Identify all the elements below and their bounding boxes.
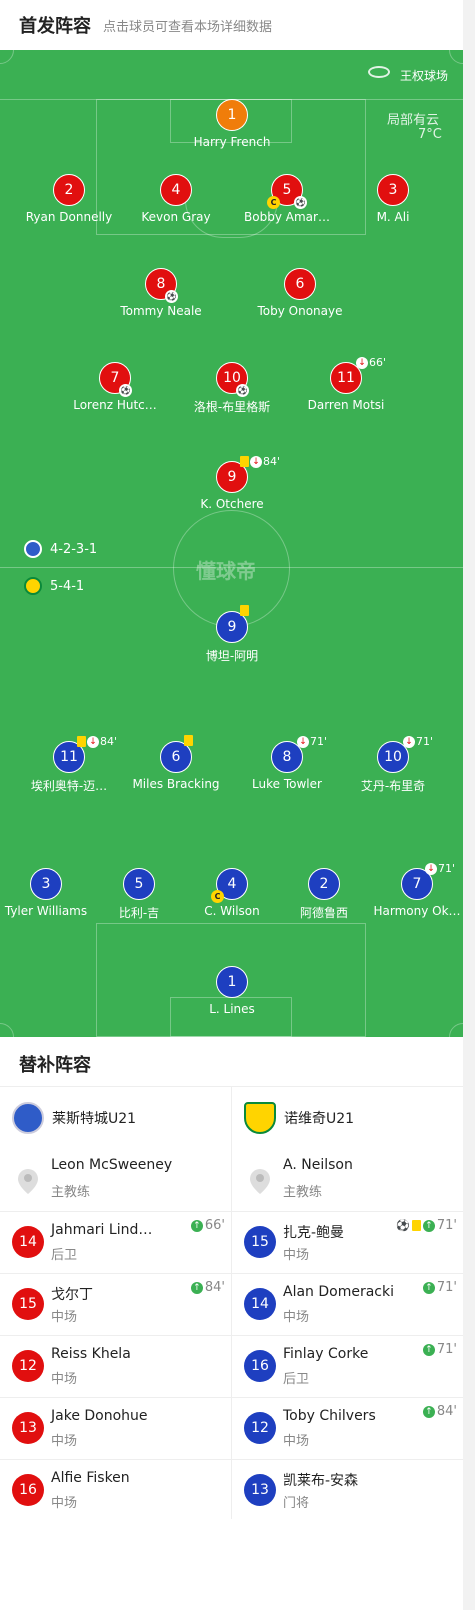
sub-in-icon: ↑ [422, 1405, 435, 1418]
captain-badge: C [267, 196, 280, 209]
player-away-gk[interactable]: 1 L. Lines [172, 966, 292, 1022]
player-home[interactable]: 10 ⚽ 洛根-布里格斯 [172, 362, 292, 418]
player-away[interactable]: 11 ↓ 84' 埃利奥特-迈… [9, 735, 129, 797]
player-home[interactable]: 6 Toby Ononaye [240, 268, 360, 324]
yellow-card-icon [77, 736, 86, 747]
watermark: 懂球帝 [196, 559, 256, 583]
sub-in-icon: ↑ [422, 1281, 435, 1294]
sub-player-home[interactable]: 16 Alfie Fisken 中场 [0, 1459, 231, 1521]
norwich-logo-icon [244, 1102, 276, 1134]
player-away[interactable]: 6 Miles Bracking [116, 735, 236, 797]
leicester-logo-icon [12, 1102, 44, 1134]
sub-player-away[interactable]: 14 Alan Domeracki 中场 ↑ 71' [232, 1273, 463, 1335]
player-home-gk[interactable]: 1 Harry French [172, 99, 292, 155]
yellow-card-icon [240, 605, 249, 616]
avatar-icon [18, 1169, 38, 1194]
sub-player-home[interactable]: 13 Jake Donohue 中场 [0, 1397, 231, 1459]
sub-out-icon: ↓ [87, 735, 99, 748]
sub-player-home[interactable]: 15 戈尔丁 中场 ↑ 84' [0, 1273, 231, 1335]
sub-out-icon: ↓ [250, 455, 262, 468]
stadium-icon [368, 66, 390, 78]
yellow-card-icon [240, 456, 249, 467]
sub-player-away[interactable]: 12 Toby Chilvers 中场 ↑ 84' [232, 1397, 463, 1459]
sub-out-icon: ↓ [403, 735, 415, 748]
lineup-subtitle: 点击球员可查看本场详细数据 [103, 20, 273, 35]
home-coach[interactable]: Leon McSweeney 主教练 [0, 1149, 231, 1211]
sub-player-away[interactable]: 15 扎克-鲍曼 中场 ⚽ ↑ 71' [232, 1211, 463, 1273]
captain-badge: C [211, 890, 224, 903]
yellow-card-icon [411, 1220, 421, 1231]
player-home[interactable]: 7 ⚽ Lorenz Hutc… [55, 362, 175, 418]
sub-out-icon: ↓ [425, 862, 437, 875]
player-home[interactable]: 11 ↓ 66' Darren Motsi [286, 356, 406, 418]
home-formation: 4-2-3-1 [24, 540, 97, 558]
home-team-header: 莱斯特城U21 [12, 1087, 243, 1149]
ball-icon: ⚽ [294, 196, 307, 209]
venue-name: 王权球场 [400, 69, 449, 83]
player-home[interactable]: 4 Kevon Gray [116, 174, 236, 230]
away-coach[interactable]: A. Neilson 主教练 [232, 1149, 463, 1211]
player-home[interactable]: 2 Ryan Donnelly [9, 174, 129, 230]
sub-in-icon: ↑ [422, 1343, 435, 1356]
pitch: 懂球帝 王权球场 局部有云 7°C 4-2-3-1 5-4-1 1 Harry F… [0, 50, 463, 1037]
sub-player-home[interactable]: 12 Reiss Khela 中场 [0, 1335, 231, 1397]
weather-text: 局部有云 [387, 113, 440, 128]
avatar-icon [250, 1169, 270, 1194]
ball-icon: ⚽ [396, 1219, 410, 1232]
sub-player-away[interactable]: 16 Finlay Corke 后卫 ↑ 71' [232, 1335, 463, 1397]
sub-in-icon: ↑ [190, 1281, 203, 1294]
ball-icon: ⚽ [119, 384, 132, 397]
sub-out-icon: ↓ [297, 735, 309, 748]
sub-out-icon: ↓ [356, 356, 368, 369]
lineup-title: 首发阵容 [19, 16, 91, 37]
player-away[interactable]: 9 博坦-阿明 [172, 605, 292, 667]
player-away[interactable]: 8 ↓ 71' Luke Towler [227, 735, 347, 797]
leicester-logo-icon [24, 540, 42, 558]
lineup-header: 首发阵容 点击球员可查看本场详细数据 [0, 0, 463, 50]
subs-header: 替补阵容 [0, 1037, 463, 1087]
away-formation: 5-4-1 [24, 577, 84, 595]
ball-icon: ⚽ [165, 290, 178, 303]
player-away[interactable]: 7 ↓ 71' Harmony Ok… [357, 862, 463, 924]
sub-in-icon: ↑ [422, 1219, 435, 1232]
player-away[interactable]: 10 ↓ 71' 艾丹-布里奇 [333, 735, 453, 797]
player-home[interactable]: 5 C ⚽ Bobby Amar… [227, 174, 347, 230]
away-team-header: 诺维奇U21 [244, 1087, 475, 1149]
player-home[interactable]: 9 ↓ 84' K. Otchere [172, 455, 292, 517]
temperature-text: 7°C [418, 127, 442, 142]
sub-in-icon: ↑ [190, 1219, 203, 1232]
ball-icon: ⚽ [236, 384, 249, 397]
player-home[interactable]: 8 ⚽ Tommy Neale [101, 268, 221, 324]
sub-player-home[interactable]: 14 Jahmari Lind… 后卫 ↑ 66' [0, 1211, 231, 1273]
norwich-logo-icon [24, 577, 42, 595]
yellow-card-icon [184, 735, 193, 746]
player-home[interactable]: 3 M. Ali [333, 174, 453, 230]
sub-player-away[interactable]: 13 凯莱布-安森 门将 [232, 1459, 463, 1521]
lineup-page: 首发阵容 点击球员可查看本场详细数据 懂球帝 王权球场 局部有云 7°C 4-2… [0, 0, 463, 1610]
